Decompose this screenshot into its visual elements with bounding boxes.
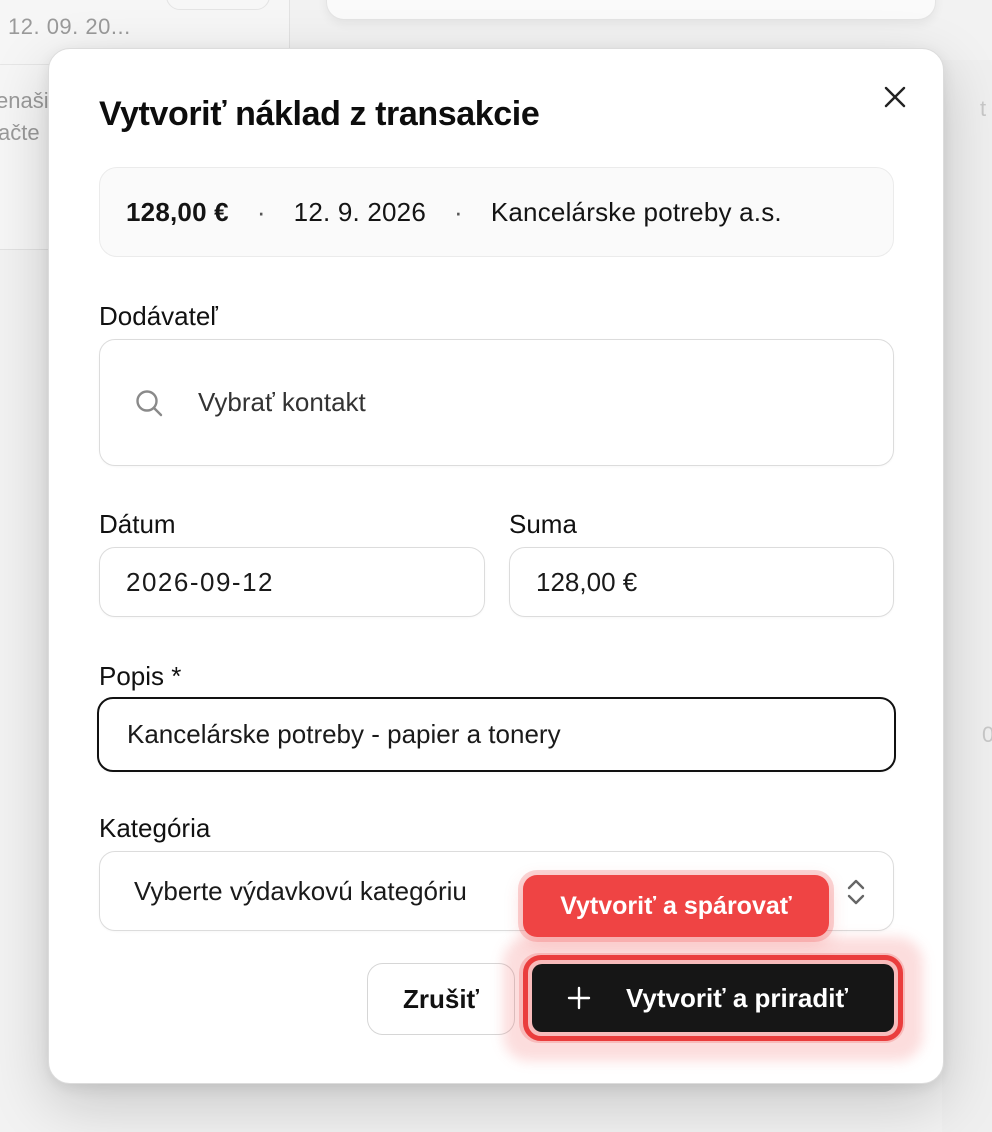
summary-separator: ·: [454, 196, 463, 227]
background-text: ačte: [0, 120, 40, 145]
create-and-match-tooltip: Vytvoriť a spárovať: [523, 875, 829, 937]
description-label: Popis *: [99, 661, 182, 691]
summary-date: 12. 9. 2026: [293, 196, 426, 227]
category-label: Kategória: [99, 813, 211, 843]
transaction-summary: 128,00 € · 12. 9. 2026 · Kancelárske pot…: [99, 167, 894, 257]
create-and-assign-button[interactable]: Vytvoriť a priradiť: [532, 964, 894, 1032]
background-card: [326, 0, 936, 20]
supplier-placeholder: Vybrať kontakt: [198, 387, 366, 417]
plus-icon: [567, 986, 591, 1010]
date-input[interactable]: 2026-09-12: [99, 547, 485, 617]
summary-counterparty: Kancelárske potreby a.s.: [490, 196, 782, 227]
background-text: 0: [982, 722, 992, 747]
summary-separator: ·: [256, 196, 266, 227]
create-and-assign-label: Vytvoriť a priradiť: [626, 982, 848, 1013]
date-label: Dátum: [99, 509, 176, 539]
dialog-title: Vytvoriť náklad z transakcie: [99, 95, 540, 133]
supplier-picker[interactable]: Vybrať kontakt: [99, 339, 894, 466]
supplier-label: Dodávateľ: [99, 301, 218, 331]
close-button[interactable]: [875, 77, 915, 117]
description-input[interactable]: Kancelárske potreby - papier a tonery: [97, 697, 896, 772]
create-expense-dialog: Vytvoriť náklad z transakcie 128,00 € · …: [48, 48, 944, 1084]
close-icon: [884, 86, 906, 108]
category-placeholder: Vyberte výdavkovú kategóriu: [134, 875, 467, 906]
summary-amount: 128,00 €: [126, 196, 229, 227]
background-text: enaši: [0, 88, 49, 113]
background-date: 12. 09. 20...: [8, 14, 131, 39]
amount-label: Suma: [509, 509, 577, 539]
amount-input[interactable]: 128,00 €: [509, 547, 894, 617]
chevron-updown-icon: [847, 879, 865, 905]
background-pill: [166, 0, 270, 10]
background-text: t: [980, 96, 987, 121]
search-icon: [136, 389, 163, 416]
background-right-panel: [942, 60, 992, 1132]
cancel-button[interactable]: Zrušiť: [367, 963, 515, 1035]
